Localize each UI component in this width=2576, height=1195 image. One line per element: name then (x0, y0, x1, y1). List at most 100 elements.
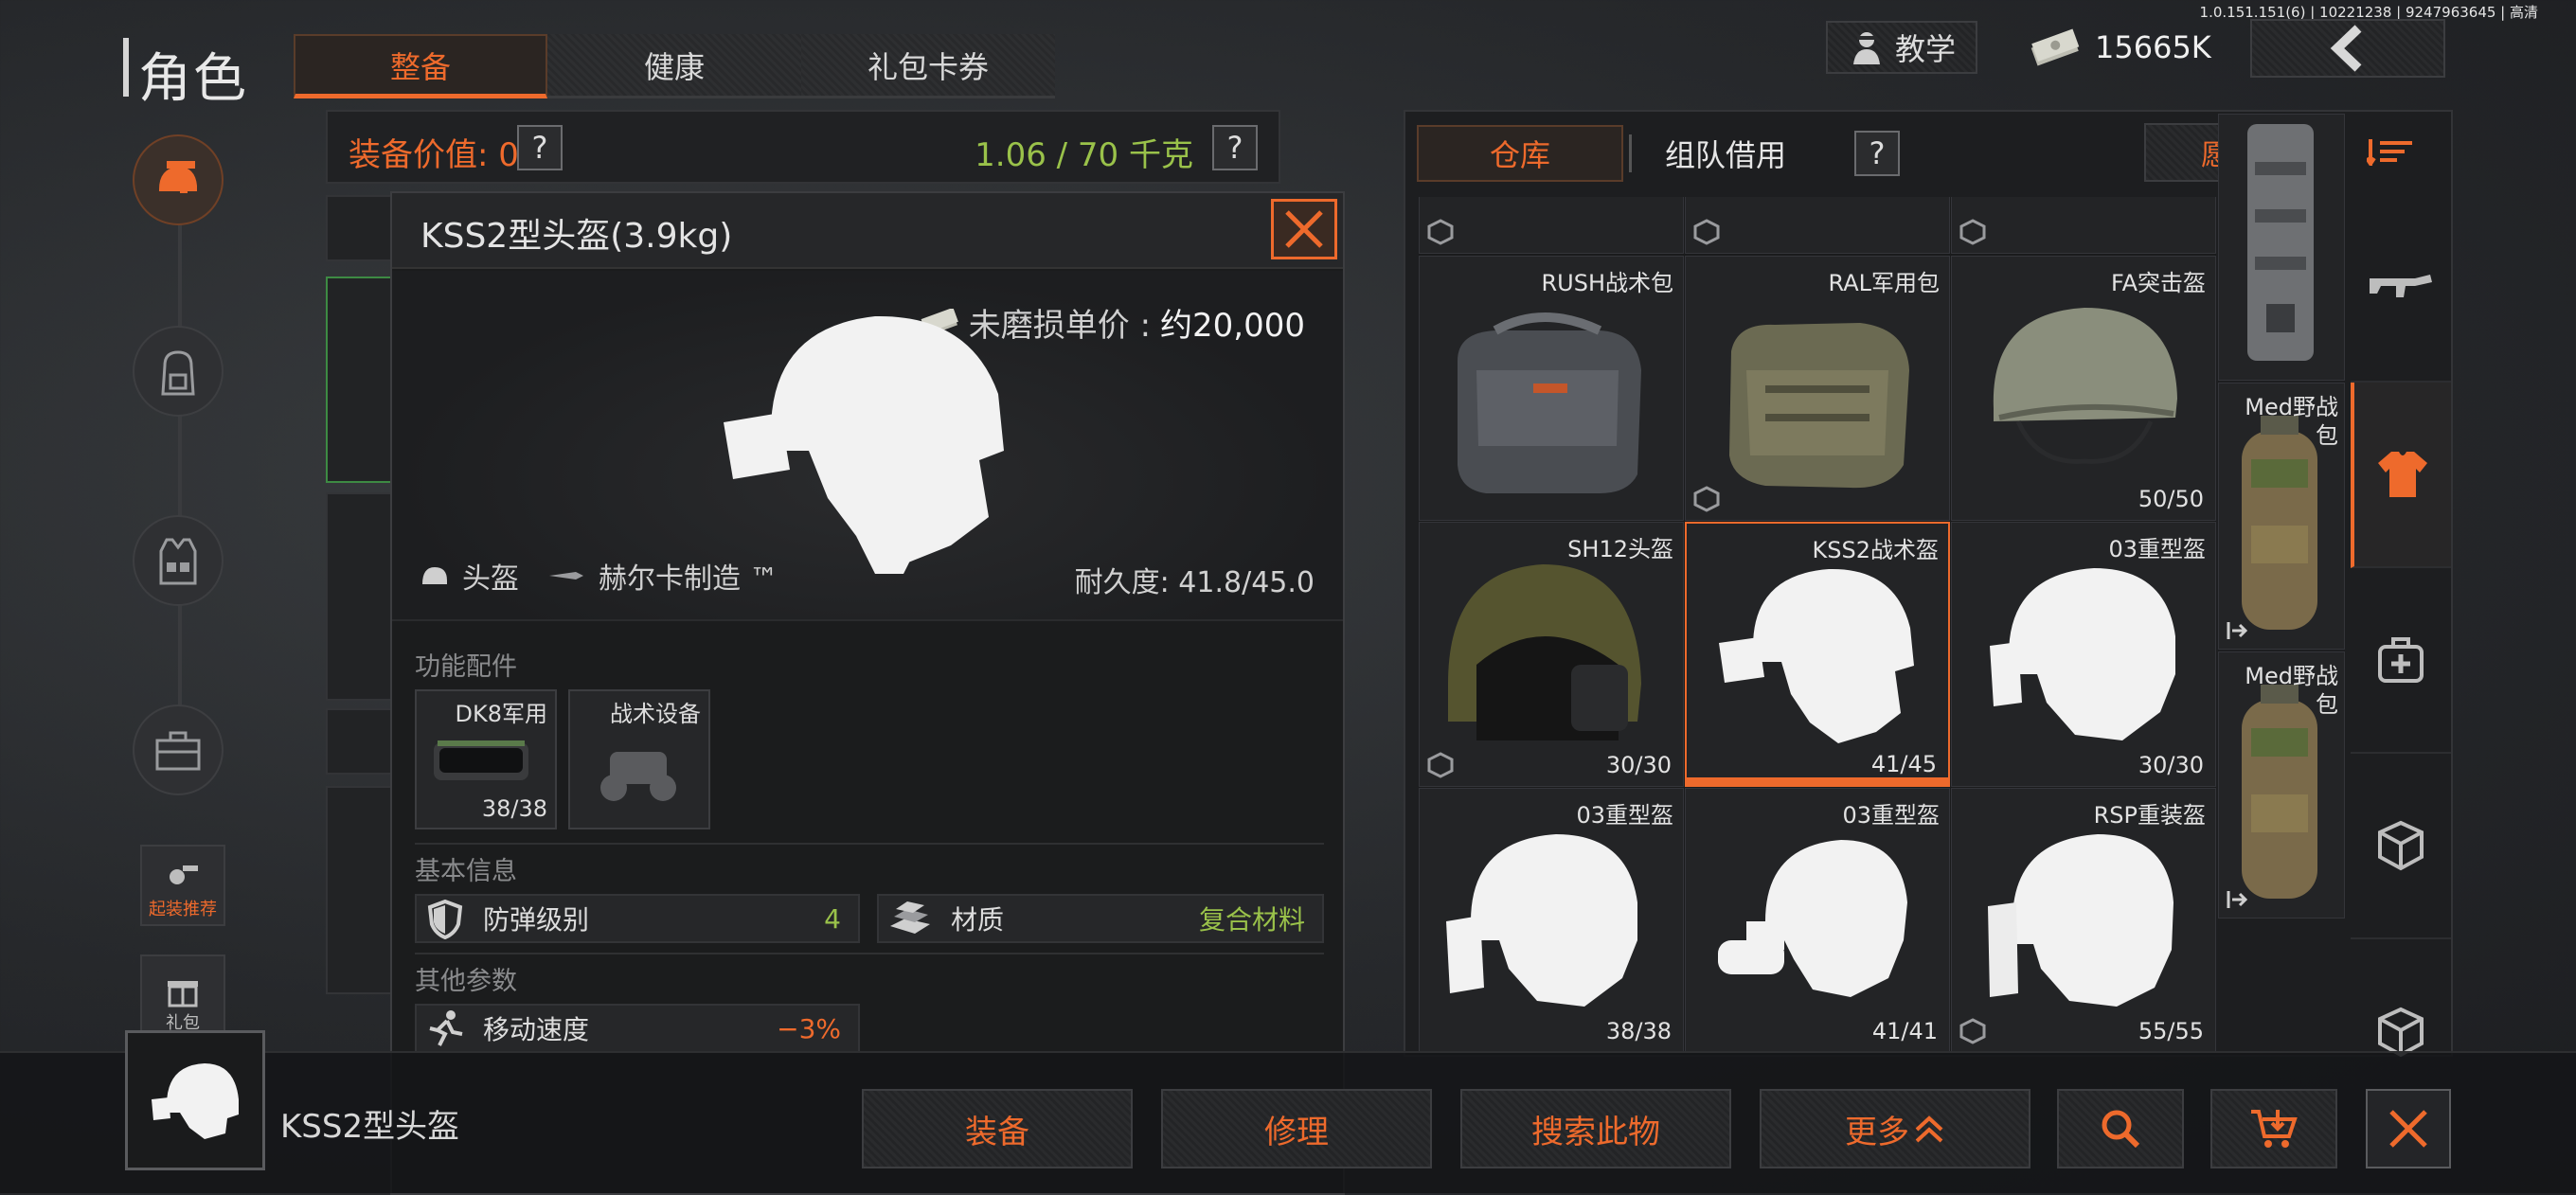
money-display: 15665K (2027, 21, 2211, 74)
tutorial-button[interactable]: 教学 (1826, 21, 1977, 74)
repair-button[interactable]: 修理 (1161, 1089, 1432, 1168)
running-icon (429, 1010, 463, 1046)
item-name: Med野战包 (2245, 663, 2338, 718)
cash-icon (2030, 28, 2080, 66)
material-row: 材质 复合材料 (877, 894, 1324, 943)
grid-cell-rsp-helmet[interactable]: RSP重装盔 55/55 (1951, 788, 2216, 1053)
close-popup-button[interactable] (1271, 199, 1337, 259)
item-detail-popup: KSS2型头盔(3.9kg) 未磨损单价 : 约20,000 头盔 赫尔卡制造 … (390, 191, 1345, 1195)
warehouse-panel: 仓库 组队借用 ? 愿望单 RUSH战术包 RAL军用包 (1404, 110, 2453, 1058)
helmet-icon (422, 567, 447, 584)
recommend-icon (170, 865, 198, 884)
more-button[interactable]: 更多 (1760, 1089, 2030, 1168)
helmet-image (1718, 840, 1907, 997)
selected-item-thumbnail (125, 1030, 265, 1170)
tab-gift-coupons[interactable]: 礼包卡券 (801, 34, 1055, 98)
item-count: 41/41 (1871, 1018, 1938, 1044)
gift-button[interactable]: 礼包 (140, 954, 225, 1040)
box-icon (1427, 219, 1454, 245)
grid-cell[interactable] (1685, 197, 1950, 254)
sidebar-item-vest[interactable] (133, 515, 224, 606)
tab-warehouse[interactable]: 仓库 (1417, 125, 1623, 182)
back-button[interactable] (2250, 19, 2445, 78)
attachments-title: 功能配件 (415, 652, 517, 682)
helmet-image (1448, 564, 1641, 740)
recommend-loadout-button[interactable]: 起装推荐 (140, 845, 225, 926)
sidebar-item-equipment[interactable] (133, 134, 224, 225)
category-filter (2351, 197, 2451, 1058)
tab-health[interactable]: 健康 (547, 34, 801, 98)
money-amount: 15665K (2095, 29, 2211, 65)
attachment-count: 38/38 (481, 795, 547, 822)
equip-button[interactable]: 装备 (862, 1089, 1133, 1168)
tab-equip[interactable]: 整备 (294, 34, 547, 98)
night-vision-icon (600, 752, 676, 801)
exit-icon (2227, 622, 2247, 639)
grid-cell-sh12-helmet[interactable]: SH12头盔 30/30 (1419, 522, 1684, 787)
grid-cell[interactable] (1419, 197, 1684, 254)
back-arrow-icon (2330, 25, 2362, 72)
medkit-icon (2378, 637, 2424, 683)
category-weapons[interactable] (2351, 197, 2451, 383)
item-count: 30/30 (2138, 752, 2204, 778)
tutor-icon (1852, 32, 1880, 64)
item-name: RUSH战术包 (1541, 270, 1673, 296)
exit-icon (2227, 891, 2247, 908)
armor-value: 4 (824, 902, 841, 935)
search-button[interactable] (2057, 1089, 2184, 1168)
warehouse-help-button[interactable]: ? (1854, 131, 1900, 176)
search-item-button[interactable]: 搜索此物 (1460, 1089, 1731, 1168)
divider (415, 953, 1324, 954)
grid-cell-03-helmet[interactable]: 03重型盔 41/41 (1685, 788, 1950, 1053)
helmet-image (1988, 834, 2174, 1007)
basic-info-title: 基本信息 (415, 857, 517, 886)
item-name: 03重型盔 (1842, 802, 1940, 829)
helmet-image (1446, 834, 1637, 1007)
other-params-title: 其他参数 (415, 967, 517, 996)
box-icon (1959, 1018, 1986, 1044)
shield-icon (427, 899, 463, 939)
backpack-image (1729, 323, 1909, 489)
knife-icon (549, 572, 583, 580)
grid-cell-ral-bag[interactable]: RAL军用包 (1685, 256, 1950, 521)
sidebar-line (178, 180, 182, 786)
price-value: 约20,000 (1160, 307, 1305, 345)
item-name: 03重型盔 (1576, 802, 1673, 829)
sidebar-item-case[interactable] (133, 705, 224, 795)
sidebar-item-backpack[interactable] (133, 326, 224, 417)
backpack-image (1458, 312, 1641, 493)
popup-header: KSS2型头盔(3.9kg) (392, 193, 1343, 269)
item-name: FA突击盔 (2110, 270, 2206, 296)
item-name: RSP重装盔 (2093, 802, 2206, 829)
sort-button[interactable] (2352, 125, 2428, 178)
sort-icon (2367, 139, 2412, 166)
value-help-button[interactable]: ? (517, 125, 563, 170)
grid-cell-kss2-helmet[interactable]: KSS2战术盔 41/45 (1685, 522, 1950, 787)
cart-button[interactable] (2210, 1089, 2337, 1168)
item-grid: RUSH战术包 RAL军用包 FA突击盔 50/50 SH12头盔 30/30 … (1419, 197, 2216, 1055)
toolbox-icon (155, 731, 201, 771)
recommend-label: 起装推荐 (149, 900, 217, 919)
category-armor[interactable] (2351, 383, 2451, 568)
attachment-slot[interactable]: DK8军用 38/38 (415, 689, 557, 829)
equipment-value-bar: 装备价值: 0 ? 1.06 / 70 千克 ? (326, 110, 1280, 184)
tab-team-borrow[interactable]: 组队借用 (1631, 125, 1820, 182)
attachment-name: DK8军用 (455, 701, 548, 727)
backpack-icon (161, 350, 195, 396)
grid-cell-side[interactable] (2218, 114, 2345, 381)
item-count: 50/50 (2138, 486, 2204, 512)
goggles-icon (434, 740, 528, 780)
grid-cell-fa-helmet[interactable]: FA突击盔 50/50 (1951, 256, 2216, 521)
grid-cell-med-bag[interactable]: Med野战包 (2218, 383, 2345, 650)
grid-cell-03-helmet[interactable]: 03重型盔 30/30 (1951, 522, 2216, 787)
box-icon (1959, 219, 1986, 245)
category-misc[interactable] (2351, 754, 2451, 939)
grid-cell-med-bag[interactable]: Med野战包 (2218, 651, 2345, 919)
weight-help-button[interactable]: ? (1212, 125, 1258, 170)
category-medical[interactable] (2351, 568, 2451, 754)
close-button[interactable] (2366, 1089, 2451, 1168)
grid-cell[interactable] (1951, 197, 2216, 254)
grid-cell-03-helmet[interactable]: 03重型盔 38/38 (1419, 788, 1684, 1053)
attachment-slot[interactable]: 战术设备 (568, 689, 710, 829)
grid-cell-rush-bag[interactable]: RUSH战术包 (1419, 256, 1684, 521)
